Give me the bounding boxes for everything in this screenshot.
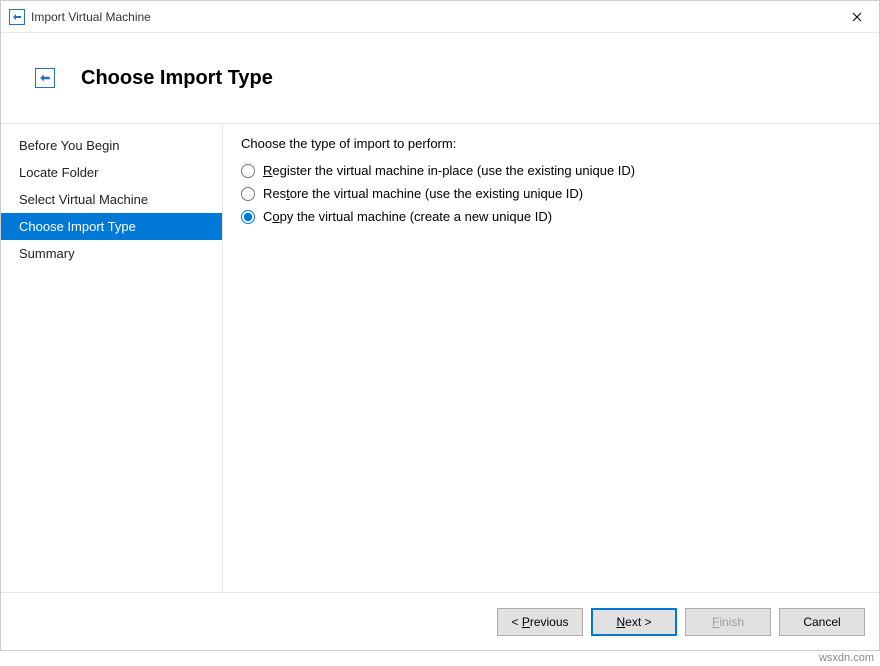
wizard-header: Choose Import Type bbox=[1, 33, 879, 123]
step-select-vm[interactable]: Select Virtual Machine bbox=[1, 186, 222, 213]
close-button[interactable] bbox=[834, 2, 879, 32]
radio-restore[interactable] bbox=[241, 187, 255, 201]
titlebar: Import Virtual Machine bbox=[1, 1, 879, 33]
step-before-you-begin[interactable]: Before You Begin bbox=[1, 132, 222, 159]
step-choose-import-type[interactable]: Choose Import Type bbox=[1, 213, 222, 240]
radio-register[interactable] bbox=[241, 164, 255, 178]
close-icon bbox=[852, 12, 862, 22]
step-locate-folder[interactable]: Locate Folder bbox=[1, 159, 222, 186]
watermark: wsxdn.com bbox=[819, 652, 874, 664]
import-wizard-window: Import Virtual Machine Choose Import Typ… bbox=[0, 0, 880, 651]
option-restore[interactable]: Restore the virtual machine (use the exi… bbox=[241, 186, 859, 201]
window-title: Import Virtual Machine bbox=[31, 10, 151, 24]
option-register-label: Register the virtual machine in-place (u… bbox=[263, 163, 635, 178]
wizard-footer: < Previous Next > Finish Cancel bbox=[1, 592, 879, 650]
page-title: Choose Import Type bbox=[81, 67, 273, 90]
wizard-body: Before You Begin Locate Folder Select Vi… bbox=[1, 123, 879, 592]
step-summary[interactable]: Summary bbox=[1, 240, 222, 267]
radio-copy[interactable] bbox=[241, 210, 255, 224]
import-icon bbox=[9, 9, 25, 25]
option-copy-label: Copy the virtual machine (create a new u… bbox=[263, 209, 552, 224]
option-restore-label: Restore the virtual machine (use the exi… bbox=[263, 186, 583, 201]
title-left: Import Virtual Machine bbox=[9, 9, 151, 25]
content-panel: Choose the type of import to perform: Re… bbox=[222, 124, 879, 592]
previous-button[interactable]: < Previous bbox=[497, 608, 583, 636]
steps-sidebar: Before You Begin Locate Folder Select Vi… bbox=[1, 124, 222, 592]
next-button[interactable]: Next > bbox=[591, 608, 677, 636]
content-prompt: Choose the type of import to perform: bbox=[241, 136, 859, 151]
finish-button: Finish bbox=[685, 608, 771, 636]
option-copy[interactable]: Copy the virtual machine (create a new u… bbox=[241, 209, 859, 224]
header-import-icon bbox=[35, 68, 55, 88]
cancel-button[interactable]: Cancel bbox=[779, 608, 865, 636]
option-register[interactable]: Register the virtual machine in-place (u… bbox=[241, 163, 859, 178]
